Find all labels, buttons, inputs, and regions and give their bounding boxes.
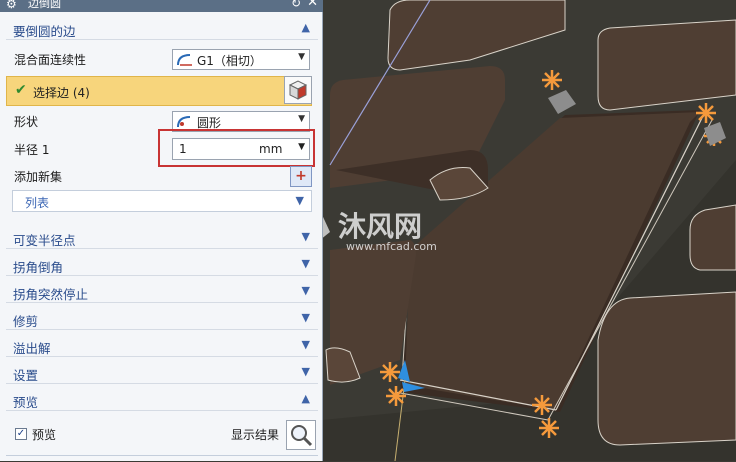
section-label: 可变半径点 bbox=[13, 233, 76, 248]
section-variable-radius[interactable]: 可变半径点 ▼ bbox=[6, 227, 318, 249]
chevron-down-icon[interactable]: ▼ bbox=[302, 365, 310, 378]
section-title: 预览 bbox=[13, 395, 39, 410]
gear-icon[interactable]: ⚙ bbox=[6, 0, 17, 10]
add-plus-icon: + bbox=[295, 168, 307, 184]
block-top-right bbox=[597, 19, 736, 111]
add-new-set-button[interactable]: + bbox=[290, 166, 312, 187]
radius-input[interactable]: 1 mm ▼ bbox=[172, 138, 310, 160]
block-right-mid bbox=[689, 204, 736, 271]
chevron-down-icon[interactable]: ▼ bbox=[296, 194, 304, 207]
shape-label: 形状 bbox=[14, 115, 39, 129]
select-edge-row[interactable]: ✔ 选择边 (4) bbox=[6, 76, 312, 106]
show-result-label: 显示结果 bbox=[231, 428, 280, 442]
section-label: 溢出解 bbox=[13, 341, 51, 356]
continuity-value: G1（相切） bbox=[197, 54, 262, 68]
cube-icon bbox=[288, 80, 308, 100]
chevron-down-icon[interactable]: ▼ bbox=[302, 284, 310, 297]
tangent-blend-icon bbox=[177, 54, 192, 66]
section-title: 要倒圆的边 bbox=[13, 24, 76, 39]
section-trim[interactable]: 修剪 ▼ bbox=[6, 308, 318, 330]
close-icon[interactable]: ✕ bbox=[307, 0, 318, 9]
section-stop-short[interactable]: 拐角突然停止 ▼ bbox=[6, 281, 318, 303]
section-label: 设置 bbox=[13, 368, 39, 383]
add-set-row: 添加新集 bbox=[6, 163, 318, 189]
watermark-url: www.mfcad.com bbox=[346, 240, 437, 253]
preview-checkbox[interactable]: ✓ bbox=[15, 428, 27, 440]
preview-row: ✓ 预览 显示结果 bbox=[6, 420, 318, 450]
reset-icon[interactable]: ↻ bbox=[291, 0, 301, 9]
chevron-up-icon[interactable]: ▲ bbox=[302, 21, 310, 34]
section-edges-header[interactable]: 要倒圆的边 ▲ bbox=[6, 18, 318, 40]
dialog-title: 边倒圆 bbox=[28, 0, 61, 10]
chevron-down-icon[interactable]: ▼ bbox=[302, 230, 310, 243]
list-header[interactable]: 列表 ▼ bbox=[12, 190, 312, 212]
continuity-dropdown[interactable]: G1（相切） ▼ bbox=[172, 49, 310, 70]
radius-value: 1 bbox=[179, 142, 187, 156]
add-set-label: 添加新集 bbox=[14, 170, 63, 184]
chevron-down-icon[interactable]: ▼ bbox=[302, 311, 310, 324]
list-label: 列表 bbox=[25, 196, 50, 210]
watermark-text: 沐风网 bbox=[338, 210, 422, 243]
section-corner-setback[interactable]: 拐角倒角 ▼ bbox=[6, 254, 318, 276]
edge-blend-dialog: ⚙ 边倒圆 ↻ ✕ 要倒圆的边 ▲ 混合面连续性 G1（相切） ▼ ✔ 选择边 … bbox=[0, 0, 323, 461]
select-edge-button[interactable] bbox=[284, 76, 312, 104]
chevron-up-icon[interactable]: ▲ bbox=[302, 392, 310, 405]
check-icon: ✔ bbox=[15, 82, 27, 98]
chevron-down-icon[interactable]: ▼ bbox=[298, 52, 305, 62]
select-edge-label: 选择边 (4) bbox=[33, 86, 90, 100]
radius-unit: mm bbox=[259, 142, 283, 156]
chevron-down-icon[interactable]: ▼ bbox=[302, 257, 310, 270]
radius-label: 半径 1 bbox=[14, 143, 50, 157]
magnifier-icon bbox=[291, 425, 313, 447]
preview-checkbox-label: 预览 bbox=[32, 428, 57, 442]
continuity-row: 混合面连续性 G1（相切） ▼ bbox=[6, 46, 318, 72]
chevron-down-icon[interactable]: ▼ bbox=[302, 338, 310, 351]
section-overflow[interactable]: 溢出解 ▼ bbox=[6, 335, 318, 357]
dialog-title-bar[interactable]: ⚙ 边倒圆 ↻ ✕ bbox=[0, 0, 323, 12]
show-result-button[interactable] bbox=[286, 420, 316, 450]
circular-shape-icon bbox=[177, 116, 191, 128]
chevron-down-icon[interactable]: ▼ bbox=[298, 114, 305, 124]
block-bottom-right bbox=[597, 291, 736, 446]
chevron-down-icon[interactable]: ▼ bbox=[298, 142, 305, 152]
section-label: 拐角倒角 bbox=[13, 260, 64, 275]
section-settings[interactable]: 设置 ▼ bbox=[6, 362, 318, 384]
section-label: 修剪 bbox=[13, 314, 39, 329]
block-top-left bbox=[330, 66, 505, 201]
continuity-label: 混合面连续性 bbox=[14, 53, 87, 67]
section-preview-header[interactable]: 预览 ▲ bbox=[6, 389, 318, 411]
section-label: 拐角突然停止 bbox=[13, 287, 89, 302]
